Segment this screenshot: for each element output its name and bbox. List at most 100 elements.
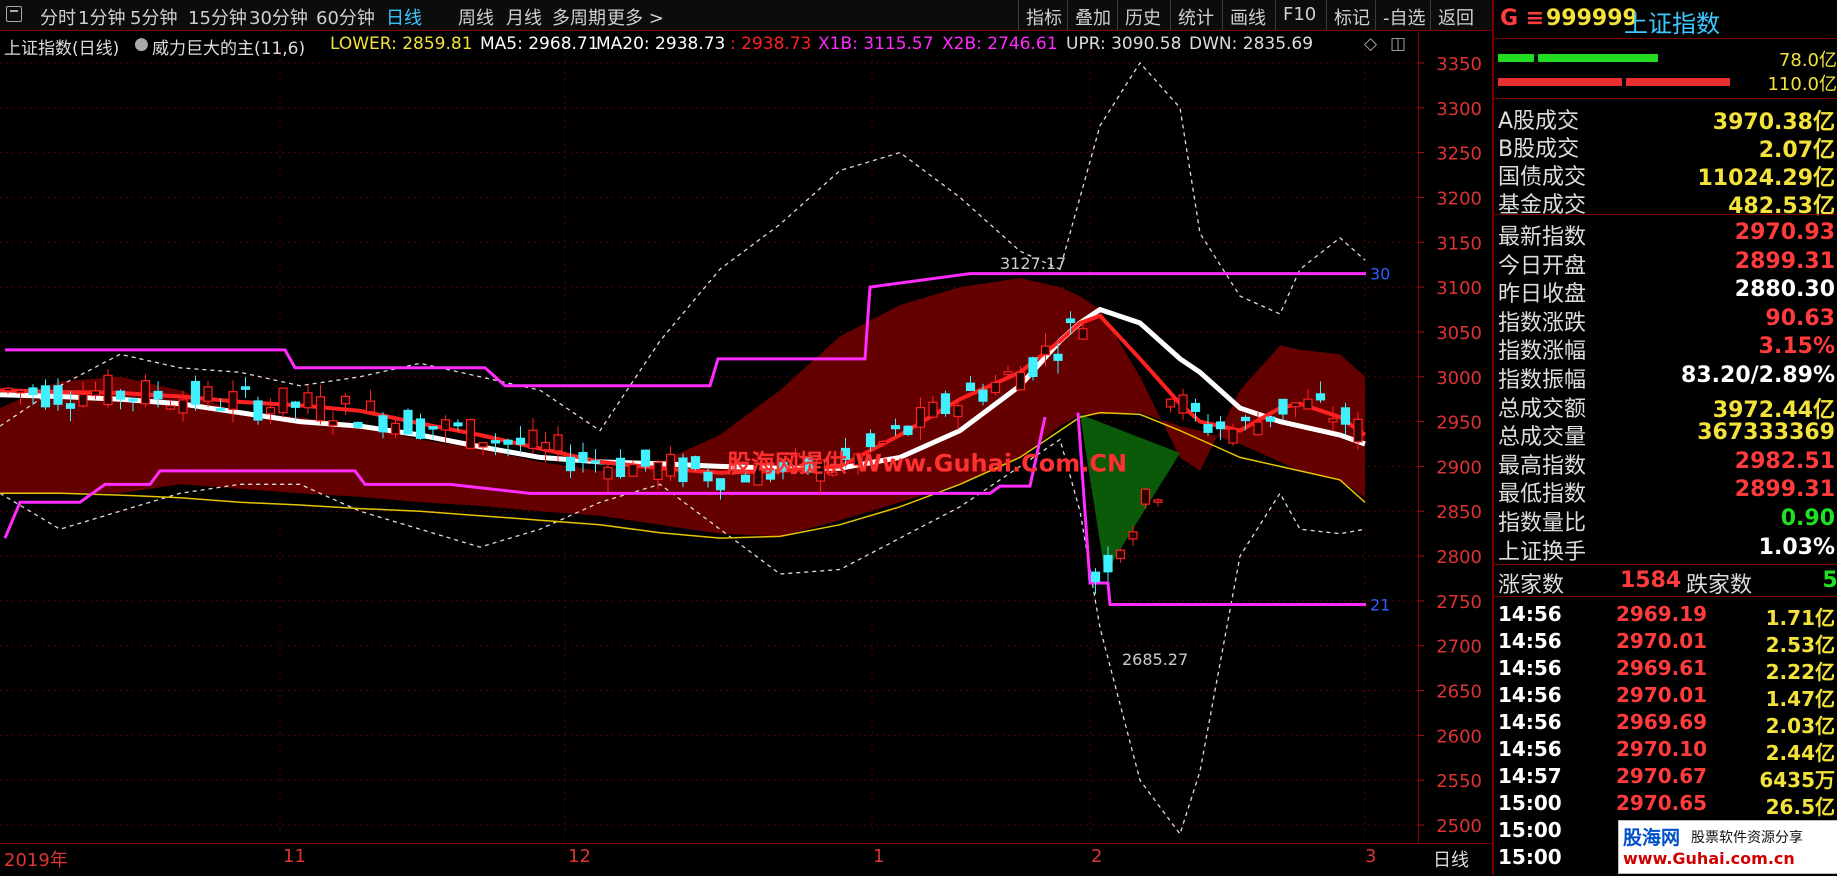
price-tick-label: 3350 bbox=[1436, 54, 1482, 75]
candle-body bbox=[490, 440, 501, 444]
logo-url: www.Guhai.com.cn bbox=[1623, 849, 1795, 868]
code-prefix[interactable]: G ≡ bbox=[1500, 6, 1544, 31]
price-tick-label: 2500 bbox=[1436, 816, 1482, 837]
candle-body bbox=[290, 401, 301, 408]
candle-body bbox=[390, 422, 401, 435]
candle-body bbox=[1328, 418, 1338, 423]
candle-body bbox=[628, 463, 638, 477]
line-label-bottom: 21 bbox=[1370, 595, 1390, 614]
tick-time: 14:56 bbox=[1498, 602, 1562, 626]
chart-title: 上证指数(日线) bbox=[4, 39, 120, 59]
tick-time: 15:00 bbox=[1498, 845, 1562, 869]
ma5-value: MA5: 2968.71 bbox=[480, 34, 599, 54]
guhai-logo: 股海网 股票软件资源分享 www.Guhai.com.cn bbox=[1618, 820, 1837, 874]
period-label: 日线 bbox=[1433, 850, 1469, 871]
date-tick: 3 bbox=[1365, 846, 1377, 867]
tick-row: 14:56 2969.61 2.22亿 bbox=[1494, 654, 1837, 684]
quote-value: 2880.30 bbox=[1734, 277, 1835, 303]
candle-body bbox=[1315, 393, 1326, 401]
panel-toggle-icon[interactable]: ◫ bbox=[1390, 34, 1406, 54]
candle-body bbox=[103, 374, 113, 406]
fall-label: 跌家数 bbox=[1686, 573, 1753, 598]
candle-body bbox=[265, 406, 276, 415]
rise-label: 涨家数 bbox=[1498, 573, 1565, 598]
tick-row: 14:56 2970.01 2.53亿 bbox=[1494, 627, 1837, 657]
candle-body bbox=[553, 434, 563, 452]
candle-body bbox=[1140, 488, 1151, 505]
lower-value: LOWER: 2859.81 bbox=[330, 34, 473, 54]
candle-body bbox=[953, 405, 963, 418]
tick-price: 2970.10 bbox=[1616, 737, 1708, 761]
logo-text: 股海网 bbox=[1623, 827, 1681, 849]
candle-body bbox=[278, 387, 288, 414]
price-tick-label: 2800 bbox=[1436, 547, 1482, 568]
candle-body bbox=[40, 385, 51, 408]
candle-body bbox=[440, 419, 451, 431]
candle-body bbox=[1065, 318, 1076, 324]
tick-row: 15:00 2970.65 26.5亿 bbox=[1494, 789, 1837, 819]
tick-row: 14:56 2969.69 2.03亿 bbox=[1494, 708, 1837, 738]
candle-body bbox=[228, 391, 238, 411]
candle-body bbox=[915, 407, 926, 428]
sell-bar-value: 110.0亿 bbox=[1767, 74, 1837, 95]
indicator-toggle-icon[interactable]: ● bbox=[134, 34, 149, 54]
price-tick-label: 3250 bbox=[1436, 144, 1482, 165]
candle-body bbox=[478, 442, 488, 448]
candle-body bbox=[903, 425, 913, 436]
candle-body bbox=[978, 389, 988, 402]
price-tick-label: 2700 bbox=[1436, 637, 1482, 658]
price-axis-border bbox=[1418, 30, 1419, 843]
candle-body bbox=[515, 437, 526, 445]
candle-body bbox=[1340, 407, 1351, 425]
price-tick-label: 2900 bbox=[1436, 457, 1482, 478]
date-tick: 11 bbox=[283, 846, 306, 867]
line-label-top: 30 bbox=[1370, 265, 1390, 284]
x2b-value: X2B: 2746.61 bbox=[942, 34, 1058, 54]
price-tick-label: 2600 bbox=[1436, 726, 1482, 747]
price-tick-label: 2950 bbox=[1436, 413, 1482, 434]
quote-row: 指数涨跌 90.63 bbox=[1494, 304, 1837, 336]
tick-time: 14:56 bbox=[1498, 683, 1562, 707]
candle-body bbox=[1165, 398, 1176, 408]
diamond-icon[interactable]: ◇ bbox=[1364, 34, 1377, 54]
price-tick-label: 3050 bbox=[1436, 323, 1482, 344]
sell-bar-2 bbox=[1626, 78, 1730, 86]
date-tick: 2 bbox=[1091, 846, 1103, 867]
tick-time: 14:56 bbox=[1498, 737, 1562, 761]
quote-value: 2970.93 bbox=[1734, 220, 1835, 245]
tick-row: 14:56 2970.01 1.47亿 bbox=[1494, 681, 1837, 711]
dwn-value: DWN: 2835.69 bbox=[1189, 34, 1314, 54]
quote-value: 0.90 bbox=[1780, 506, 1835, 531]
candle-body bbox=[878, 440, 888, 445]
candle-body bbox=[665, 453, 676, 477]
candle-body bbox=[165, 405, 176, 410]
buy-bar-value: 78.0亿 bbox=[1778, 50, 1837, 71]
candle-body bbox=[928, 401, 938, 418]
upr-envelope bbox=[0, 61, 1366, 432]
price-tick-label: 2650 bbox=[1436, 682, 1482, 703]
candle-body bbox=[1128, 531, 1138, 540]
candle-body bbox=[1090, 571, 1101, 583]
candle-body bbox=[378, 415, 388, 433]
candle-body bbox=[340, 395, 351, 405]
candle-body bbox=[3, 387, 13, 392]
stat-value: 482.53亿 bbox=[1728, 194, 1835, 219]
tick-row: 14:57 2970.67 6435万 bbox=[1494, 762, 1837, 792]
tick-price: 2969.69 bbox=[1616, 710, 1708, 734]
watermark-text: 股海网提供 Www.Guhai.Com.CN bbox=[727, 450, 1127, 478]
candle-body bbox=[603, 466, 613, 480]
candle-body bbox=[53, 385, 63, 405]
quote-row: 最低指数 2899.31 bbox=[1494, 475, 1837, 507]
candle-body bbox=[1103, 554, 1113, 573]
candle-body bbox=[415, 418, 426, 439]
candle-body bbox=[990, 381, 1001, 394]
quote-row: 指数涨幅 3.15% bbox=[1494, 332, 1837, 364]
ma20-value: MA20: 2938.73 bbox=[596, 34, 726, 54]
indicator-name[interactable]: 威力巨大的主(11,6) bbox=[152, 34, 305, 59]
kline-chart[interactable]: 3350 3300 3250 3200 3150 3100 3050 3000 2950 2900… bbox=[0, 0, 1492, 875]
candle-body bbox=[1178, 394, 1188, 414]
tick-time: 14:57 bbox=[1498, 764, 1562, 788]
candle-body bbox=[1265, 416, 1276, 422]
candle-body bbox=[1290, 402, 1301, 408]
quote-panel: G ≡ 999999 上证指数 78.0亿 110.0亿 A股成交 3970.38… bbox=[1492, 0, 1837, 875]
